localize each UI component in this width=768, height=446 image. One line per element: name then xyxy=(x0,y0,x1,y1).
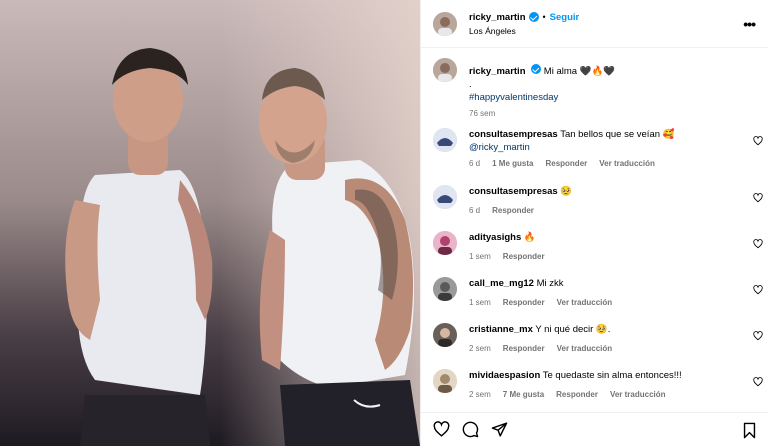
comment-time[interactable]: 6 d xyxy=(469,206,480,215)
author-avatar[interactable] xyxy=(433,11,457,36)
post-photo-image xyxy=(0,0,420,446)
share-button[interactable] xyxy=(491,421,508,438)
comment-username[interactable]: consultasempresas xyxy=(469,186,558,197)
reply-button[interactable]: Responder xyxy=(503,252,545,261)
reply-button[interactable]: Responder xyxy=(503,344,545,353)
commenter-avatar[interactable] xyxy=(433,185,457,209)
comment-item: call_me_mg12 Mi zkk 1 sem Responder Ver … xyxy=(433,277,763,307)
comment-text: 🔥 xyxy=(523,232,536,243)
instagram-post-modal: ricky_martin • Seguir Los Ángeles ••• ri… xyxy=(0,0,768,446)
comment-username[interactable]: mividaespasion xyxy=(469,370,540,381)
comment-time[interactable]: 6 d xyxy=(469,159,480,168)
comment-username[interactable]: call_me_mg12 xyxy=(469,278,534,289)
verified-badge-icon xyxy=(531,64,542,74)
follow-button[interactable]: Seguir xyxy=(550,12,580,23)
post-actions-bar xyxy=(421,412,768,446)
heart-icon[interactable] xyxy=(753,377,763,387)
caption-username[interactable]: ricky_martin xyxy=(469,66,526,77)
post-side-panel: ricky_martin • Seguir Los Ángeles ••• ri… xyxy=(420,0,768,446)
caption-text: Mi alma 🖤🔥🖤 xyxy=(543,66,616,77)
comments-list[interactable]: ricky_martin Mi alma 🖤🔥🖤 . #happyvalenti… xyxy=(421,48,768,412)
translate-button[interactable]: Ver traducción xyxy=(599,159,655,168)
post-caption: ricky_martin Mi alma 🖤🔥🖤 . #happyvalenti… xyxy=(433,58,753,118)
comment-username[interactable]: adityasighs xyxy=(469,232,521,243)
verified-badge-icon xyxy=(528,12,539,22)
comment-item: mividaespasion Te quedaste sin alma ento… xyxy=(433,369,763,399)
caption-time[interactable]: 76 sem xyxy=(469,109,615,118)
reply-button[interactable]: Responder xyxy=(492,206,534,215)
comment-time[interactable]: 2 sem xyxy=(469,390,491,399)
separator-dot: • xyxy=(542,12,546,22)
heart-icon[interactable] xyxy=(753,239,763,249)
reply-button[interactable]: Responder xyxy=(503,298,545,307)
translate-button[interactable]: Ver traducción xyxy=(610,390,666,399)
comment-text: Y ni qué decir 🥹. xyxy=(535,324,611,335)
more-options-icon[interactable]: ••• xyxy=(743,16,756,32)
comment-text: 🥹 xyxy=(560,186,573,197)
comment-text: Tan bellos que se veían 🥰 xyxy=(560,129,675,140)
commenter-avatar[interactable] xyxy=(433,277,457,301)
comment-item: consultasempresas 🥹 6 d Responder xyxy=(433,185,763,215)
heart-icon[interactable] xyxy=(753,193,763,203)
comment-likes[interactable]: 7 Me gusta xyxy=(503,390,544,399)
heart-icon[interactable] xyxy=(753,285,763,295)
share-icon xyxy=(491,422,508,437)
translate-button[interactable]: Ver traducción xyxy=(557,298,613,307)
comment-mention[interactable]: @ricky_martin xyxy=(469,141,739,154)
caption-dot: . xyxy=(469,79,472,90)
save-button[interactable] xyxy=(742,422,757,441)
heart-icon[interactable] xyxy=(753,136,763,146)
comment-item: adityasighs 🔥 1 sem Responder xyxy=(433,231,763,261)
comment-time[interactable]: 2 sem xyxy=(469,344,491,353)
save-bookmark-icon xyxy=(743,422,756,439)
caption-avatar[interactable] xyxy=(433,58,457,82)
commenter-avatar[interactable] xyxy=(433,323,457,347)
comment-text: Te quedaste sin alma entonces!!! xyxy=(542,370,682,381)
commenter-avatar[interactable] xyxy=(433,231,457,255)
comment-icon xyxy=(462,421,479,438)
comment-username[interactable]: consultasempresas xyxy=(469,129,558,140)
caption-hashtag[interactable]: #happyvalentinesday xyxy=(469,91,615,104)
comment-item: cristianne_mx Y ni qué decir 🥹. 2 sem Re… xyxy=(433,323,763,353)
reply-button[interactable]: Responder xyxy=(545,159,587,168)
post-location[interactable]: Los Ángeles xyxy=(469,26,579,36)
commenter-avatar[interactable] xyxy=(433,369,457,393)
comment-button[interactable] xyxy=(462,421,479,438)
author-info: ricky_martin • Seguir Los Ángeles xyxy=(469,12,579,36)
author-username[interactable]: ricky_martin xyxy=(469,12,526,23)
reply-button[interactable]: Responder xyxy=(556,390,598,399)
heart-icon[interactable] xyxy=(753,331,763,341)
post-photo[interactable] xyxy=(0,0,420,446)
comment-time[interactable]: 1 sem xyxy=(469,298,491,307)
comment-time[interactable]: 1 sem xyxy=(469,252,491,261)
translate-button[interactable]: Ver traducción xyxy=(557,344,613,353)
like-button[interactable] xyxy=(433,421,450,438)
post-header: ricky_martin • Seguir Los Ángeles ••• xyxy=(421,0,768,48)
comment-text: Mi zkk xyxy=(536,278,564,289)
comment-likes[interactable]: 1 Me gusta xyxy=(492,159,533,168)
commenter-avatar[interactable] xyxy=(433,128,457,152)
comment-username[interactable]: cristianne_mx xyxy=(469,324,533,335)
heart-icon xyxy=(433,421,450,437)
comment-item: consultasempresas Tan bellos que se veía… xyxy=(433,128,763,168)
